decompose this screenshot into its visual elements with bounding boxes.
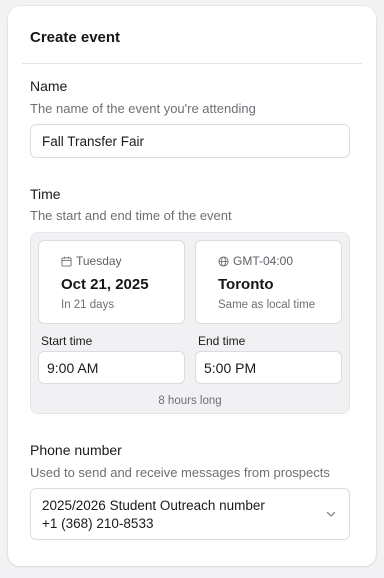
phone-select-number: +1 (368) 210-8533 [42,516,154,531]
globe-icon [218,255,229,267]
timezone-card[interactable]: GMT-04:00 Toronto Same as local time [195,240,342,324]
header-divider [22,63,362,64]
date-relative: In 21 days [61,299,115,311]
phone-description: Used to send and receive messages from p… [30,465,330,480]
name-description: The name of the event you're attending [30,101,256,116]
start-time-label: Start time [41,334,93,348]
end-time-label: End time [198,334,246,348]
event-name-input[interactable] [30,124,350,158]
chevron-down-icon [326,511,336,517]
date-weekday: Tuesday [76,254,122,268]
create-event-card: Create event Name The name of the event … [8,6,376,566]
time-description: The start and end time of the event [30,208,232,223]
end-time-input[interactable]: 5:00 PM [195,351,342,384]
time-panel: Tuesday Oct 21, 2025 In 21 days GMT-04:0… [30,232,350,414]
phone-number-select[interactable]: 2025/2026 Student Outreach number +1 (36… [30,488,350,540]
duration-text: 8 hours long [158,395,222,407]
calendar-icon [61,256,72,267]
start-time-input[interactable]: 9:00 AM [38,351,185,384]
name-label: Name [30,78,68,94]
timezone-note: Same as local time [218,299,316,311]
page-title: Create event [30,29,121,46]
date-card[interactable]: Tuesday Oct 21, 2025 In 21 days [38,240,185,324]
phone-label: Phone number [30,442,122,458]
timezone-offset: GMT-04:00 [233,254,294,268]
timezone-city: Toronto [218,276,274,293]
time-label: Time [30,186,61,202]
date-value: Oct 21, 2025 [61,276,149,293]
phone-select-name: 2025/2026 Student Outreach number [42,498,265,513]
